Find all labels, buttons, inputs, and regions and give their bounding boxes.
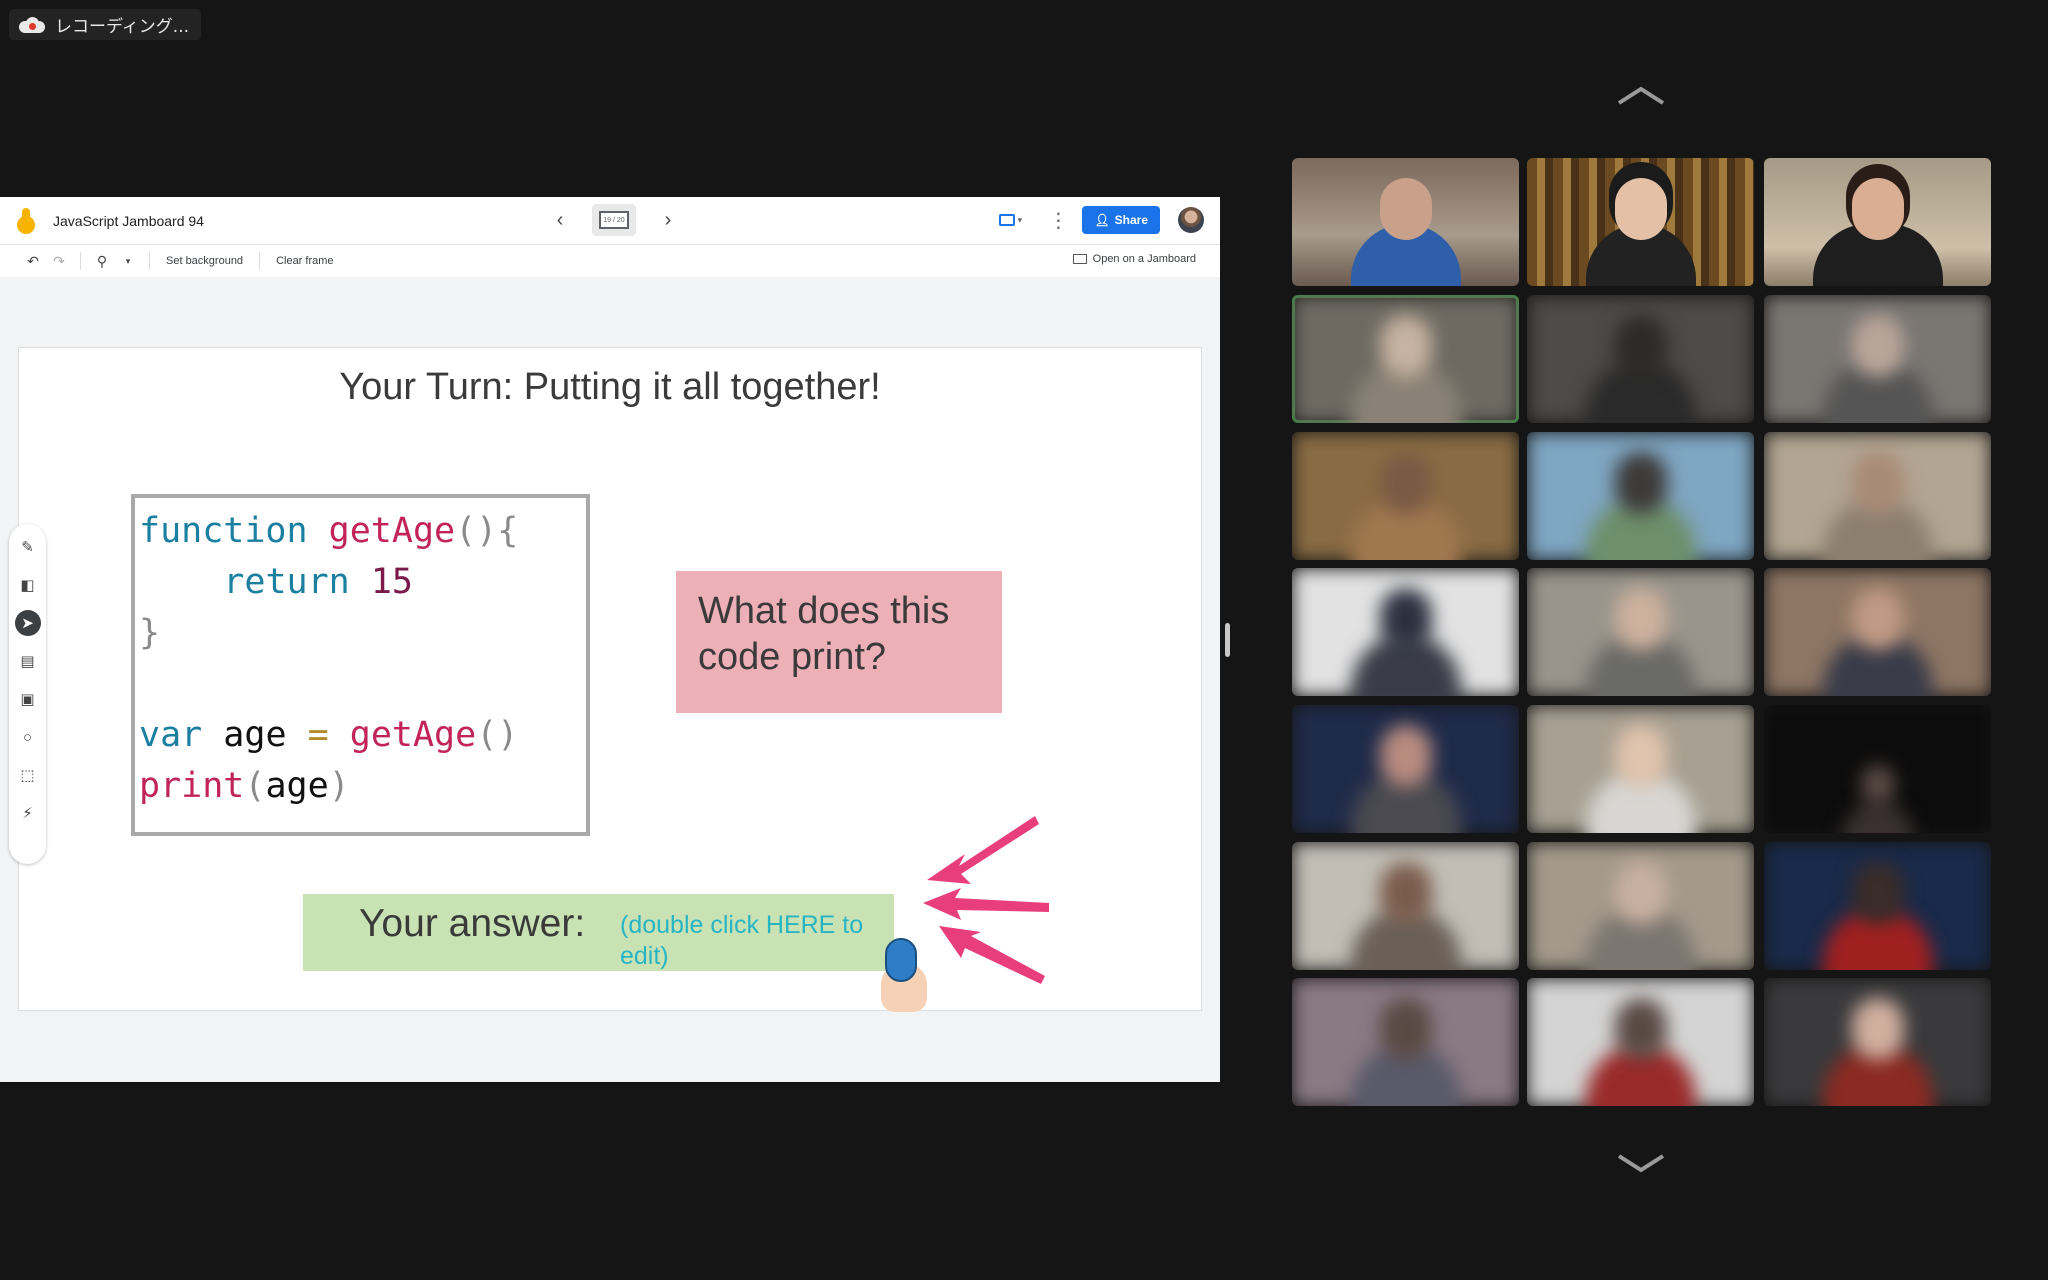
- code-token: age: [265, 766, 329, 806]
- participant-video[interactable]: [1764, 842, 1991, 970]
- shared-screen: JavaScript Jamboard 94 ‹ 19 / 20 › ▾ ⋮ 👤…: [0, 197, 1220, 1082]
- chevron-down-icon: ▾: [1017, 214, 1023, 225]
- open-on-jamboard-label: Open on a Jamboard: [1092, 253, 1196, 265]
- slide-title: Your Turn: Putting it all together!: [339, 366, 881, 408]
- code-token: =: [307, 715, 329, 755]
- participant-video[interactable]: [1764, 705, 1991, 833]
- code-token: getAge: [349, 715, 477, 755]
- participant-video[interactable]: [1764, 158, 1991, 286]
- mouse-click-icon: [881, 938, 931, 1012]
- recording-badge[interactable]: レコーディング...: [9, 9, 202, 40]
- participant-video[interactable]: [1527, 158, 1754, 286]
- frame-navigator: ‹ 19 / 20 ›: [548, 204, 680, 236]
- participant-video[interactable]: [1764, 978, 1991, 1106]
- divider: [259, 252, 261, 270]
- participant-video[interactable]: [1292, 705, 1519, 833]
- participant-video[interactable]: [1292, 842, 1519, 970]
- participant-video[interactable]: [1292, 568, 1519, 696]
- pen-icon[interactable]: ✎: [15, 534, 41, 560]
- participant-video[interactable]: [1527, 295, 1754, 423]
- clear-frame-button[interactable]: Clear frame: [276, 255, 333, 267]
- person-icon: 👤︎: [1094, 213, 1110, 227]
- code-token: ): [328, 766, 350, 806]
- code-token: return: [223, 562, 350, 602]
- split-divider-handle[interactable]: [1225, 623, 1230, 657]
- question-sticky[interactable]: What does this code print?: [676, 571, 1002, 713]
- drawing-toolbar: ✎ ◧ ➤ ▤ ▣ ○ ⬚ ⚡︎: [9, 524, 46, 864]
- frame-bar-button[interactable]: 19 / 20: [592, 204, 636, 236]
- gallery-up-icon[interactable]: [1617, 85, 1665, 105]
- divider: [80, 252, 81, 270]
- undo-icon[interactable]: ↶: [20, 253, 46, 270]
- participant-video[interactable]: [1527, 978, 1754, 1106]
- frame-indicator: 19 / 20: [599, 211, 629, 229]
- next-frame-icon[interactable]: ›: [656, 209, 680, 232]
- participant-video[interactable]: [1292, 158, 1519, 286]
- sticky-note-icon[interactable]: ▤: [15, 648, 41, 674]
- participant-video[interactable]: [1764, 432, 1991, 560]
- jamboard-toolbar: ↶ ↷ ⚲ ▾ Set background Clear frame Open …: [0, 245, 1220, 277]
- present-icon: [998, 214, 1015, 226]
- divider: [149, 252, 150, 270]
- participant-video[interactable]: [1527, 705, 1754, 833]
- redo-icon[interactable]: ↷: [46, 253, 72, 270]
- code-token: (: [244, 766, 266, 806]
- participant-video[interactable]: [1292, 978, 1519, 1106]
- image-icon[interactable]: ▣: [15, 686, 41, 712]
- share-label: Share: [1114, 213, 1148, 227]
- participant-video[interactable]: [1527, 842, 1754, 970]
- code-token: (){: [455, 511, 519, 551]
- code-token: function: [139, 511, 308, 551]
- participant-video[interactable]: [1292, 432, 1519, 560]
- answer-label: Your answer:: [359, 902, 586, 945]
- answer-sticky[interactable]: Your answer: (double click HERE to edit): [303, 894, 894, 971]
- laser-icon[interactable]: ⚡︎: [15, 800, 41, 826]
- present-button[interactable]: ▾: [990, 206, 1030, 234]
- code-token: 15: [370, 562, 413, 602]
- participant-video[interactable]: [1527, 568, 1754, 696]
- more-options-icon[interactable]: ⋮: [1048, 208, 1068, 233]
- avatar[interactable]: [1178, 207, 1204, 233]
- code-token: age: [223, 715, 287, 755]
- recording-label: レコーディング...: [55, 17, 190, 37]
- participant-video[interactable]: [1764, 568, 1991, 696]
- code-token: }: [139, 613, 161, 653]
- gallery-down-icon[interactable]: [1617, 1154, 1665, 1174]
- jamboard-logo-icon: [17, 207, 37, 234]
- open-on-jamboard-button[interactable]: Open on a Jamboard: [1072, 253, 1196, 265]
- code-token: (): [476, 715, 519, 755]
- code-token: var: [139, 715, 203, 755]
- zoom-icon[interactable]: ⚲: [89, 253, 115, 270]
- text-box-icon[interactable]: ⬚: [15, 762, 41, 788]
- code-block[interactable]: function getAge(){ return 15 } var age =…: [131, 494, 590, 836]
- shape-icon[interactable]: ○: [15, 724, 41, 750]
- cloud-recording-icon: [19, 16, 45, 33]
- answer-hint: (double click HERE to edit): [620, 911, 864, 970]
- set-background-button[interactable]: Set background: [166, 255, 243, 267]
- previous-frame-icon[interactable]: ‹: [548, 209, 572, 232]
- share-button[interactable]: 👤︎ Share: [1082, 206, 1160, 234]
- participant-video[interactable]: [1527, 432, 1754, 560]
- select-icon[interactable]: ➤: [14, 610, 41, 636]
- eraser-icon[interactable]: ◧: [15, 572, 41, 598]
- chevron-down-icon[interactable]: ▾: [115, 256, 141, 267]
- participant-video[interactable]: [1764, 295, 1991, 423]
- code-token: getAge: [328, 511, 456, 551]
- document-title[interactable]: JavaScript Jamboard 94: [53, 213, 204, 229]
- jamboard-topbar: JavaScript Jamboard 94 ‹ 19 / 20 › ▾ ⋮ 👤…: [0, 197, 1220, 245]
- code-token: print: [139, 766, 245, 806]
- jam-canvas[interactable]: Your Turn: Putting it all together! func…: [18, 347, 1202, 1012]
- monitor-icon: [1072, 254, 1087, 264]
- participant-video[interactable]: [1292, 295, 1519, 423]
